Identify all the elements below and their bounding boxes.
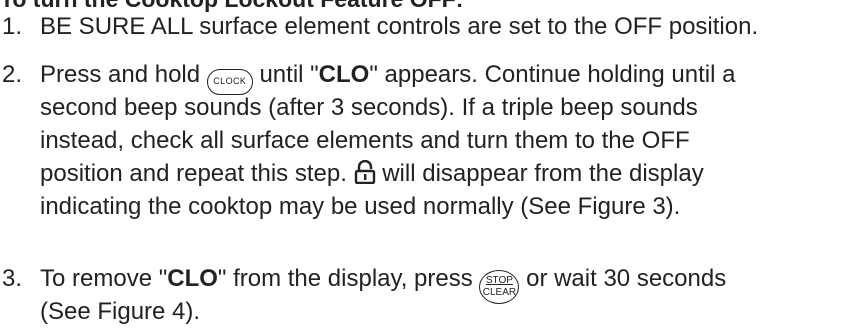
- step-line: Press and hold CLOCK until "CLO" appears…: [40, 58, 856, 95]
- step-line: BE SURE ALL surface element controls are…: [40, 13, 759, 40]
- text-segment: or wait 30 seconds: [526, 265, 727, 292]
- step-line: To remove "CLO" from the display, press …: [40, 262, 856, 304]
- text-segment: Press and hold: [40, 61, 201, 88]
- text-segment: To remove ": [40, 265, 168, 292]
- clo-display-code: CLO: [318, 61, 370, 88]
- step-line: position and repeat this step. will disa…: [40, 157, 856, 190]
- stop-label: STOP: [485, 275, 513, 286]
- step-text: BE SURE ALL surface element controls are…: [40, 10, 856, 43]
- text-segment: " appears. Continue holding until a: [369, 61, 736, 88]
- step-text: To remove "CLO" from the display, press …: [40, 262, 856, 328]
- clear-label: CLEAR: [482, 287, 517, 298]
- step-line: instead, check all surface elements and …: [40, 127, 690, 154]
- step-line: second beep sounds (after 3 seconds). If…: [40, 94, 698, 121]
- clo-display-code: CLO: [167, 265, 218, 292]
- step-number: 2.: [2, 61, 23, 88]
- text-segment: will disappear from the display: [382, 160, 704, 187]
- stop-clear-key-icon: STOP CLEAR: [479, 270, 520, 304]
- step-line: indicating the cooktop may be used norma…: [40, 193, 681, 220]
- step-number: 1.: [2, 13, 23, 40]
- step-line: (See Figure 4).: [40, 298, 201, 325]
- text-segment: position and repeat this step.: [40, 160, 347, 187]
- step-text: Press and hold CLOCK until "CLO" appears…: [40, 58, 856, 223]
- text-segment: " from the display, press: [217, 265, 473, 292]
- text-segment: until ": [259, 61, 319, 88]
- step-number: 3.: [2, 265, 23, 292]
- unlocked-padlock-icon: [354, 160, 375, 184]
